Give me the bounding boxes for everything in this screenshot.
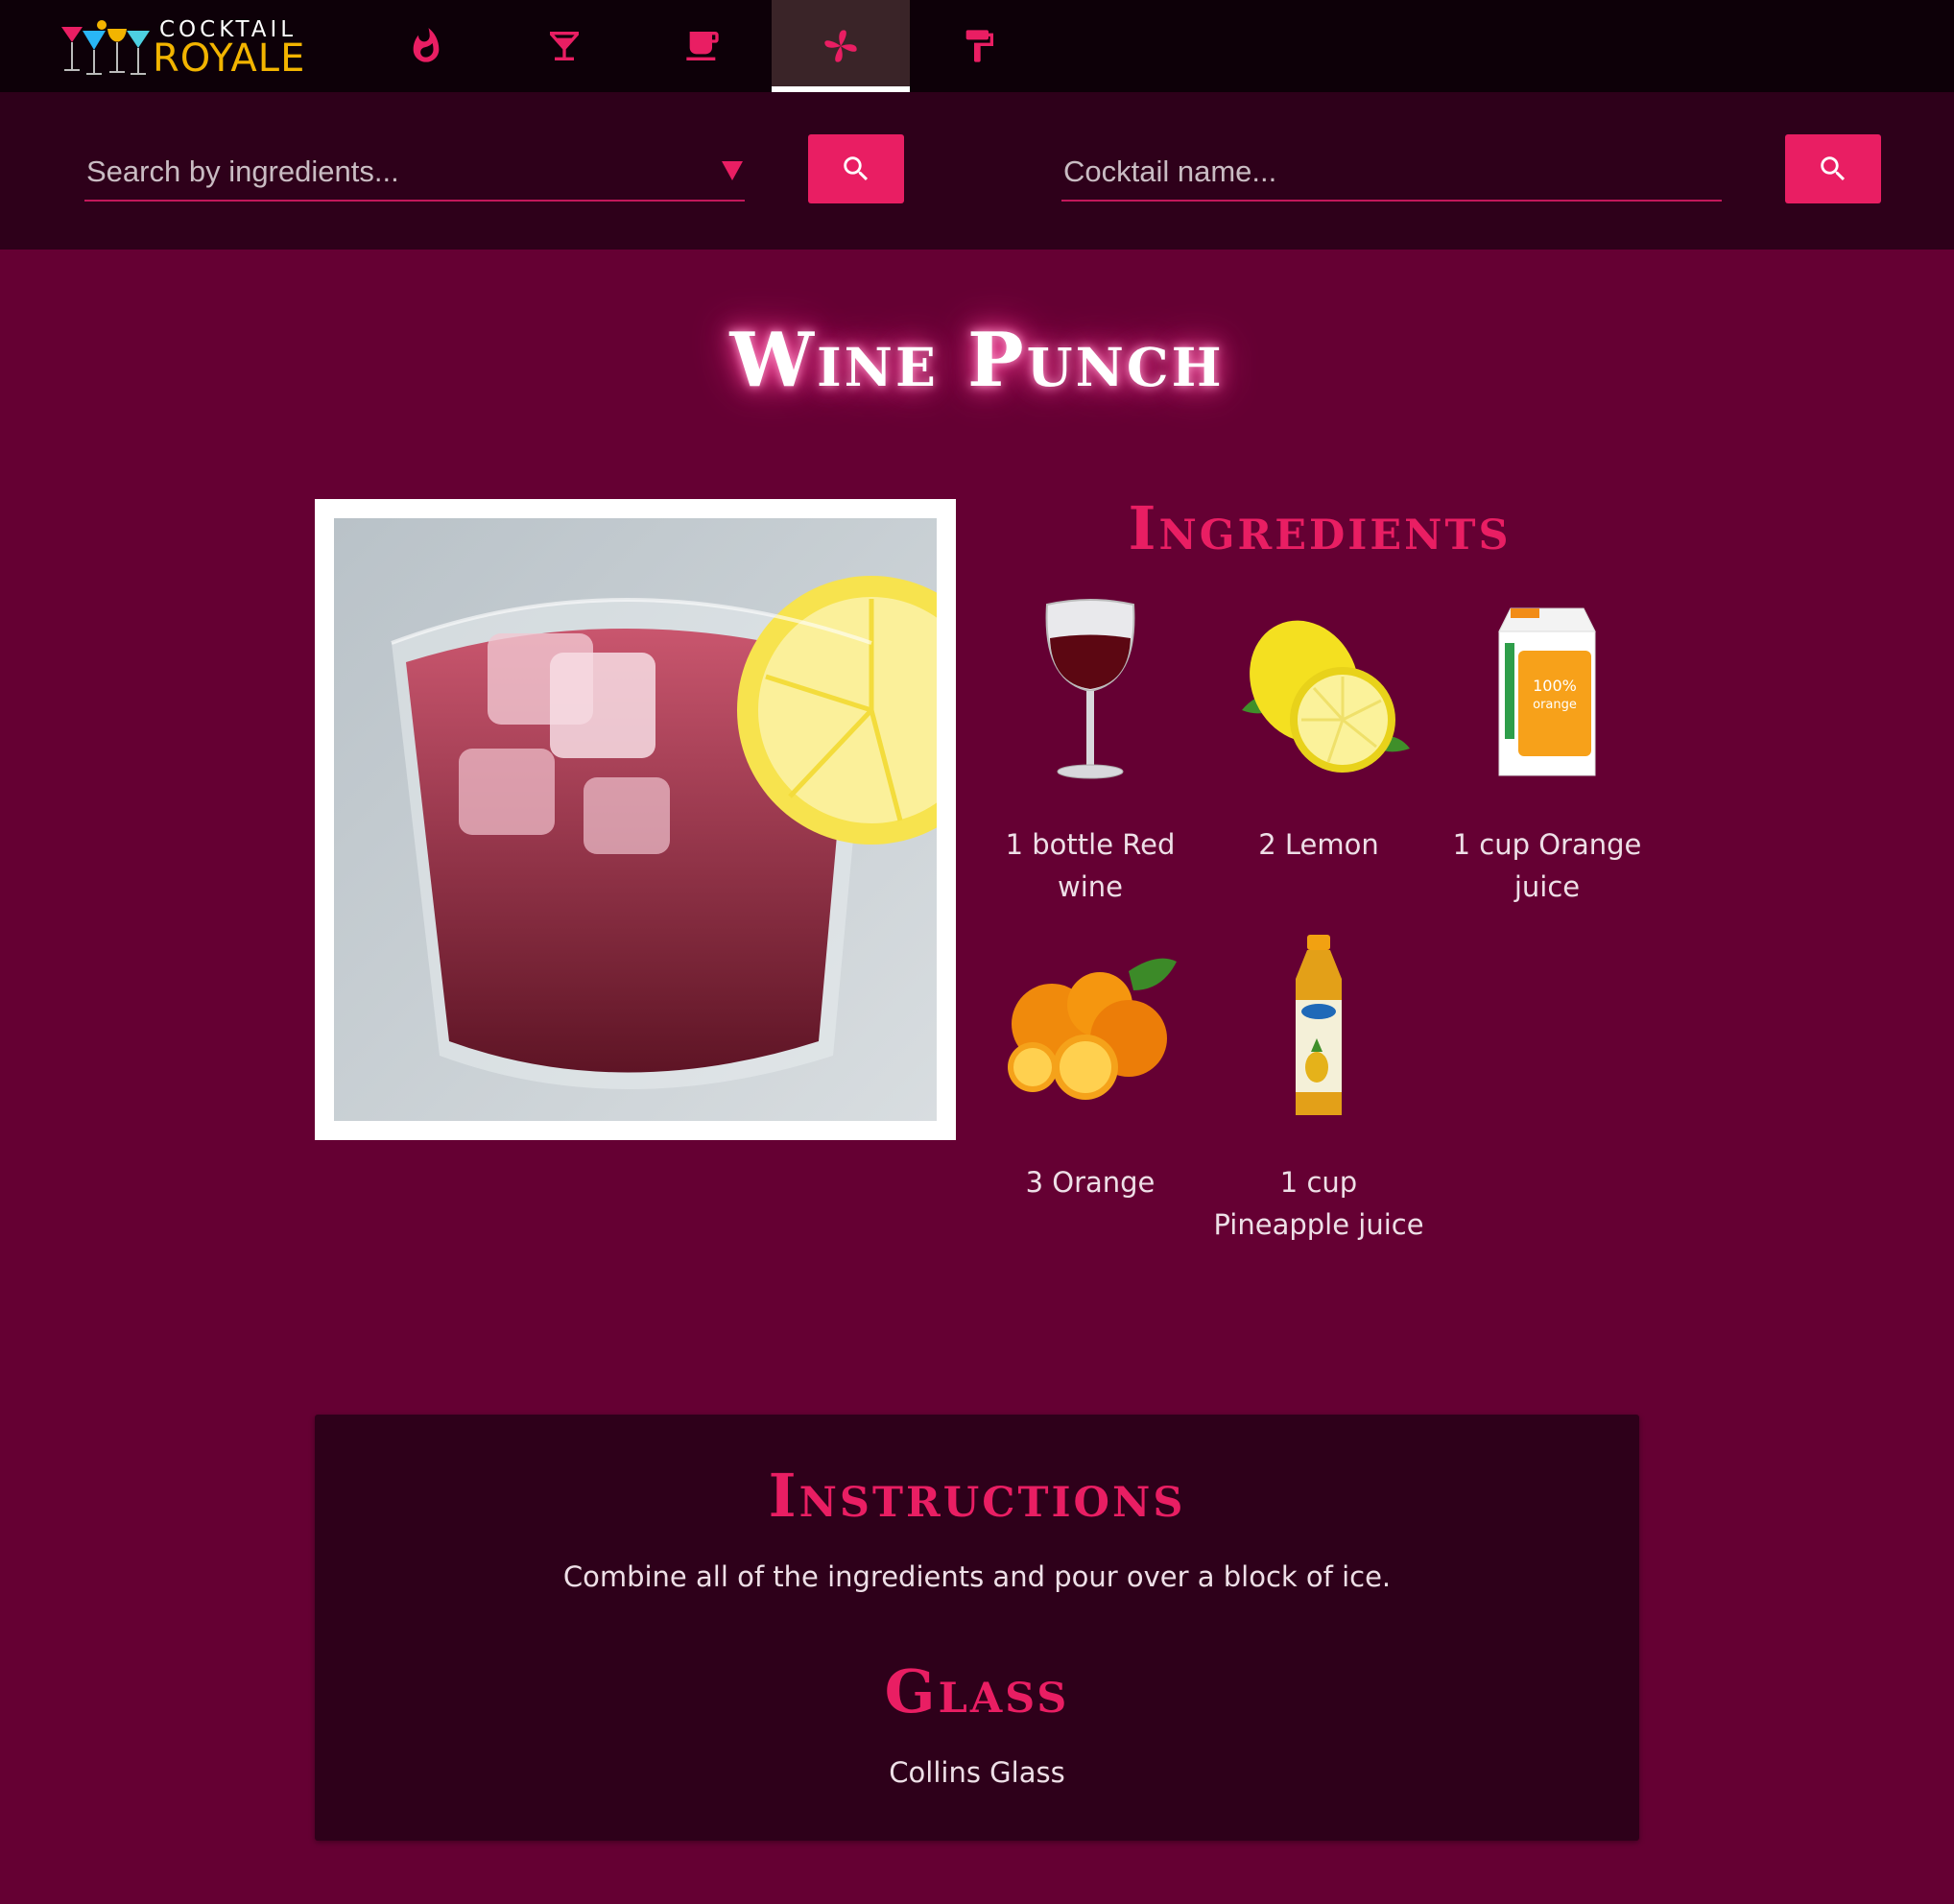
- paint-roller-icon: [965, 30, 993, 62]
- oranges-image: [1008, 958, 1177, 1100]
- cocktail-photo-image: [334, 518, 937, 1121]
- cocktail-photo: [315, 499, 956, 1140]
- dropdown-arrow-icon[interactable]: [722, 161, 743, 180]
- ingredients-search-button[interactable]: [808, 134, 904, 203]
- orange-juice-carton-image: 100% orange: [1498, 607, 1596, 776]
- glass-heading: Glass: [884, 1656, 1070, 1726]
- instructions-text: Combine all of the ingredients and pour …: [562, 1560, 1392, 1593]
- ingredient-item-lemon[interactable]: 2 Lemon: [1213, 595, 1424, 866]
- glass-type: Collins Glass: [889, 1756, 1065, 1789]
- ingredient-item-pineapple-juice[interactable]: 1 cup Pineapple juice: [1213, 933, 1424, 1246]
- ingredients-search-input[interactable]: [84, 146, 745, 198]
- svg-text:100%: 100%: [1533, 677, 1577, 695]
- nav-tab-coffee[interactable]: [633, 0, 772, 92]
- coffee-cup-icon: [686, 32, 719, 60]
- instructions-heading: Instructions: [768, 1461, 1186, 1531]
- red-wine-glass-image: [1045, 599, 1135, 779]
- cocktail-royale-logo[interactable]: COCKTAIL ROYALE: [60, 13, 304, 81]
- cocktail-name-input[interactable]: [1061, 146, 1722, 198]
- svg-text:orange: orange: [1533, 698, 1577, 712]
- cocktail-name-field[interactable]: [1061, 146, 1722, 202]
- martini-glass-icon: [550, 32, 579, 60]
- top-nav-bar: COCKTAIL ROYALE: [0, 0, 1954, 92]
- ingredient-label: 3 Orange: [1025, 1166, 1156, 1199]
- ingredient-item-red-wine[interactable]: 1 bottle Red wine: [985, 595, 1196, 908]
- logo-text-royale: ROYALE: [153, 36, 306, 81]
- ingredient-label: 1 cup Orange juice: [1452, 828, 1642, 903]
- nav-tab-popular[interactable]: [357, 0, 495, 92]
- ingredient-label: 1 bottle Red wine: [1005, 828, 1176, 903]
- ingredient-item-orange[interactable]: 3 Orange: [985, 933, 1196, 1203]
- nav-tab-custom[interactable]: [910, 0, 1048, 92]
- ingredients-search-field[interactable]: [84, 146, 745, 202]
- nav-tab-cocktails[interactable]: [495, 0, 633, 92]
- instructions-panel: Instructions Combine all of the ingredie…: [315, 1415, 1639, 1841]
- lemon-image: [1242, 620, 1410, 773]
- search-bar: [0, 92, 1954, 250]
- cocktail-title: Wine Punch: [729, 317, 1225, 404]
- cocktail-name-search-button[interactable]: [1785, 134, 1881, 203]
- pineapple-juice-bottle-image: [1296, 935, 1342, 1115]
- nav-tab-random[interactable]: [772, 0, 910, 92]
- ingredient-label: 2 Lemon: [1258, 828, 1379, 861]
- pinwheel-icon: [824, 30, 857, 62]
- search-icon: [1821, 156, 1846, 181]
- ingredients-heading: Ingredients: [1128, 493, 1512, 563]
- ingredient-item-orange-juice[interactable]: 100% orange 1 cup Orange juice: [1442, 595, 1653, 908]
- flame-icon: [413, 28, 440, 62]
- logo-glasses-icon: [61, 20, 150, 75]
- search-icon: [844, 156, 869, 181]
- ingredient-label: 1 cup Pineapple juice: [1213, 1166, 1424, 1241]
